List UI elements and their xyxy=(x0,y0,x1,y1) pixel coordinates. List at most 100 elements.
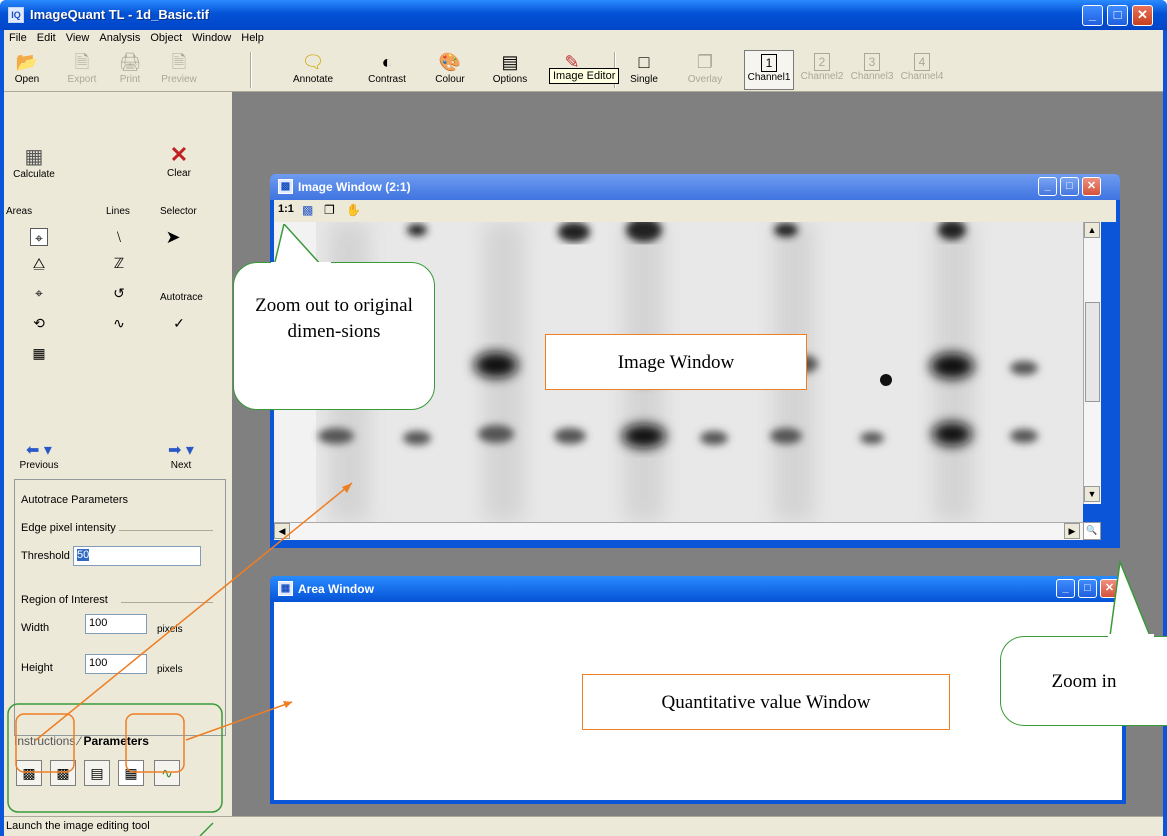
threshold-value: 50 xyxy=(77,549,90,561)
status-bar: Launch the image editing tool xyxy=(4,816,1163,836)
multi-rect-area-icon[interactable]: ⌖ xyxy=(30,284,48,302)
pan-hand-icon[interactable]: ✋ xyxy=(346,203,361,217)
contrast-label: Contrast xyxy=(368,74,406,85)
open-button[interactable]: 📂 Open xyxy=(10,50,44,90)
channel1-button[interactable]: 1 Channel1 xyxy=(744,50,794,90)
height-input[interactable]: 100 xyxy=(85,654,147,674)
scroll-up-icon[interactable]: ▲ xyxy=(1084,222,1100,238)
channel1-label: Channel1 xyxy=(747,72,791,83)
menu-edit[interactable]: Edit xyxy=(32,30,61,44)
menu-object[interactable]: Object xyxy=(145,30,187,44)
options-button[interactable]: ▤ Options xyxy=(486,50,534,90)
title-bar[interactable]: IQ ImageQuant TL - 1d_Basic.tif _ □ ✕ xyxy=(0,0,1167,30)
area-window-title: Area Window xyxy=(298,582,374,596)
menu-view[interactable]: View xyxy=(61,30,95,44)
clear-x-icon: ✕ xyxy=(169,142,189,167)
autotrace-icon[interactable]: ✓ xyxy=(170,314,188,332)
zoom-out-callout-tail xyxy=(271,224,331,270)
grid-area-icon[interactable]: ▦ xyxy=(30,344,48,362)
menu-analysis[interactable]: Analysis xyxy=(94,30,145,44)
image-window-close[interactable]: ✕ xyxy=(1082,177,1101,196)
contrast-button[interactable]: ◐ Contrast xyxy=(362,50,412,90)
area-window-minimize[interactable]: _ xyxy=(1056,579,1075,598)
clear-button[interactable]: ✕ Clear xyxy=(154,142,204,179)
channel1-icon: 1 xyxy=(761,54,777,72)
channel4-icon: 4 xyxy=(914,53,930,71)
next-button[interactable]: ➡ ▾ Next xyxy=(150,440,212,471)
options-icon: ▤ xyxy=(501,52,519,72)
speech-bubble-icon: 🗨 xyxy=(301,52,325,72)
area-window-icon[interactable]: ▦ xyxy=(118,760,144,786)
zoom-out-callout: Zoom out to original dimen-sions xyxy=(233,262,435,410)
curve-line-icon[interactable]: ↺ xyxy=(110,284,128,302)
printer-icon: 🖨 xyxy=(118,52,142,72)
export-button[interactable]: 🗎 Export xyxy=(62,50,102,90)
threshold-input[interactable]: 50 xyxy=(73,546,201,566)
vertical-scroll-thumb[interactable] xyxy=(1085,302,1100,402)
minimize-button[interactable]: _ xyxy=(1082,5,1103,26)
group-divider xyxy=(121,602,213,603)
annotate-button[interactable]: 🗨 Annotate xyxy=(288,50,338,90)
tab-instructions[interactable]: Instructions xyxy=(14,734,75,748)
width-input[interactable]: 100 xyxy=(85,614,147,634)
zoom-fit-icon[interactable]: ▩ xyxy=(302,203,313,217)
image-window-icon[interactable]: ▩ xyxy=(50,760,76,786)
colour-button[interactable]: 🎨 Colour xyxy=(428,50,472,90)
autotrace-label: Autotrace xyxy=(160,292,203,303)
print-button[interactable]: 🖨 Print xyxy=(110,50,150,90)
profile-window-icon[interactable]: ∿ xyxy=(154,760,180,786)
image-horizontal-scrollbar[interactable]: ◀ ▶ xyxy=(274,522,1083,540)
image-vertical-scrollbar[interactable]: ▲ ▼ xyxy=(1083,222,1101,504)
image-window-toolbar: 1:1 ▩ ❐ ✋ xyxy=(274,200,1116,222)
channel4-button[interactable]: 4 Channel4 xyxy=(898,50,946,90)
freehand-line-icon[interactable]: ∿ xyxy=(110,314,128,332)
area-window-maximize[interactable]: □ xyxy=(1078,579,1097,598)
rectangle-area-icon[interactable]: ⌖ xyxy=(30,228,48,246)
image-window-minimize[interactable]: _ xyxy=(1038,177,1057,196)
width-label: Width xyxy=(21,622,50,634)
channel2-label: Channel2 xyxy=(800,71,844,82)
overlay-icon: ❐ xyxy=(696,52,714,72)
image-window-titlebar[interactable]: ▩ Image Window (2:1) _ □ ✕ xyxy=(270,174,1120,200)
menu-help[interactable]: Help xyxy=(236,30,269,44)
scroll-left-icon[interactable]: ◀ xyxy=(274,523,290,539)
image-editor-icon[interactable]: ▩ xyxy=(16,760,42,786)
toolbar-separator xyxy=(250,52,252,88)
zoom-in-magnifier-icon[interactable]: 🔍 xyxy=(1083,522,1101,540)
preview-icon: 🗎 xyxy=(171,52,187,72)
folder-icon: 📂 xyxy=(15,52,39,72)
overlay-button[interactable]: ❐ Overlay xyxy=(684,50,726,90)
zoom-1-1-button[interactable]: 1:1 xyxy=(278,203,294,215)
left-arrow-icon: ⬅ ▾ xyxy=(26,442,52,459)
params-heading: Autotrace Parameters xyxy=(21,494,128,506)
annotation-tool-icon[interactable]: ▤ xyxy=(84,760,110,786)
polygon-area-icon[interactable]: ⧋ xyxy=(30,254,48,272)
scroll-right-icon[interactable]: ▶ xyxy=(1064,523,1080,539)
single-view-button[interactable]: □ Single xyxy=(622,50,666,90)
preview-button[interactable]: 🗎 Preview xyxy=(156,50,202,90)
straight-line-icon[interactable]: ⧵ xyxy=(110,228,128,246)
edge-group-label: Edge pixel intensity xyxy=(21,522,116,534)
height-unit: pixels xyxy=(157,664,183,675)
close-button[interactable]: ✕ xyxy=(1132,5,1153,26)
scroll-down-icon[interactable]: ▼ xyxy=(1084,486,1100,502)
single-icon: □ xyxy=(638,52,650,72)
freehand-area-icon[interactable]: ⟲ xyxy=(30,314,48,332)
channel2-button[interactable]: 2 Channel2 xyxy=(798,50,846,90)
polyline-icon[interactable]: ℤ xyxy=(110,254,128,272)
image-window-maximize[interactable]: □ xyxy=(1060,177,1079,196)
menu-window[interactable]: Window xyxy=(187,30,236,44)
selector-arrow-icon[interactable]: ➤ xyxy=(164,228,182,246)
area-window-titlebar[interactable]: ▦ Area Window _ □ ✕ xyxy=(270,576,1126,602)
options-label: Options xyxy=(492,74,528,85)
channel3-button[interactable]: 3 Channel3 xyxy=(848,50,896,90)
next-label: Next xyxy=(170,460,192,471)
tab-parameters[interactable]: Parameters xyxy=(84,734,149,748)
previous-label: Previous xyxy=(19,460,59,471)
menu-file[interactable]: File xyxy=(4,30,32,44)
panel-tabs: Instructions ⁄ Parameters xyxy=(14,734,149,748)
previous-button[interactable]: ⬅ ▾ Previous xyxy=(8,440,70,471)
zoom-window-icon[interactable]: ❐ xyxy=(324,203,335,217)
calculate-button[interactable]: ▦ Calculate xyxy=(6,144,62,180)
maximize-button[interactable]: □ xyxy=(1107,5,1128,26)
